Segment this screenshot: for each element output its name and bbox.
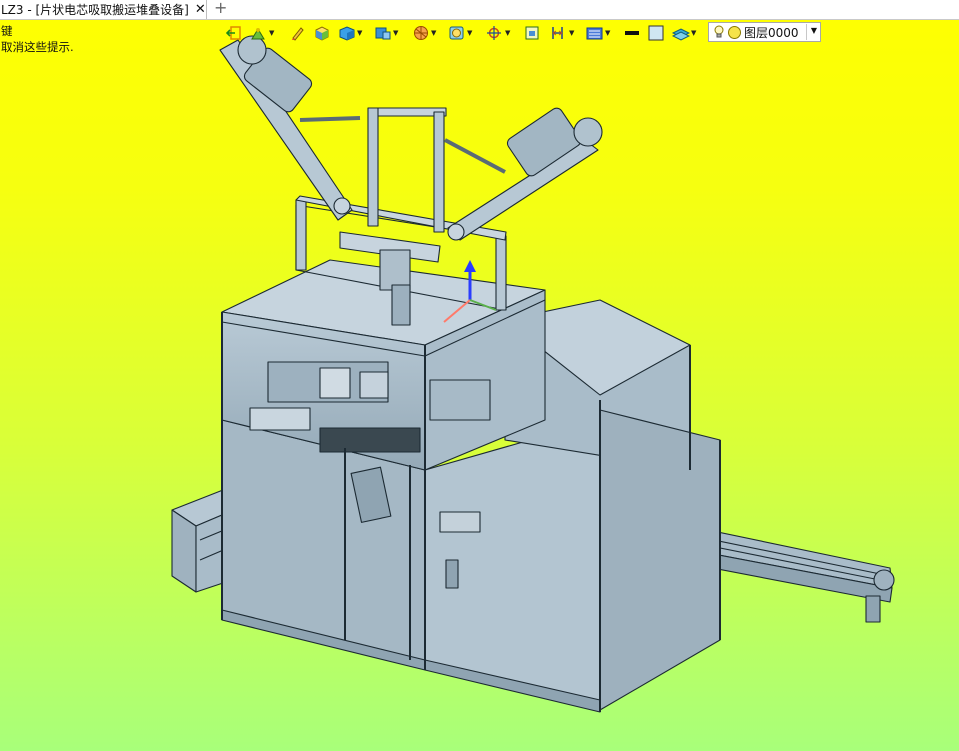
crosshair-icon [487, 26, 501, 40]
cad-viewport[interactable]: LZ3 - [片状电芯吸取搬运堆叠设备] ✕ + 键 取消这些提示. ▼ ▼ ▼… [0, 0, 959, 751]
snap-button[interactable]: ▼ [250, 23, 274, 43]
machine-3d-model [171, 35, 895, 713]
fill-color-icon [648, 25, 664, 41]
snap-icon [251, 28, 265, 40]
shade-icon [449, 26, 464, 40]
stack-icon [672, 28, 690, 41]
shade-button[interactable]: ▼ [448, 23, 472, 43]
layers-button[interactable]: ▼ [586, 23, 610, 43]
view-icon [375, 27, 391, 40]
document-tab[interactable]: LZ3 - [片状电芯吸取搬运堆叠设备] ✕ [0, 0, 207, 19]
sketch-button[interactable] [290, 23, 304, 43]
document-tab-title: LZ3 - [片状电芯吸取搬运堆叠设备] [1, 3, 189, 17]
hint-line-2: 取消这些提示. [1, 40, 74, 54]
layers-icon [586, 27, 603, 40]
exit-button[interactable] [226, 23, 242, 43]
stack-button[interactable]: ▼ [672, 23, 696, 43]
layer-color-icon [728, 25, 741, 39]
render-icon [414, 26, 428, 40]
close-icon[interactable]: ✕ [195, 2, 206, 17]
crosshair-button[interactable]: ▼ [486, 23, 510, 43]
pencil-icon [292, 27, 304, 41]
view-button[interactable]: ▼ [374, 23, 398, 43]
line-color-icon [625, 31, 639, 35]
fill-color-button[interactable] [648, 23, 664, 43]
solid-button[interactable]: ▼ [338, 23, 362, 43]
fit-button[interactable] [524, 23, 540, 43]
new-tab-button[interactable]: + [214, 0, 227, 17]
chevron-down-icon: ▼ [810, 26, 817, 35]
render-button[interactable]: ▼ [412, 23, 436, 43]
line-color-button[interactable] [624, 23, 640, 43]
layer-dropdown[interactable]: 图层0000 ▼ [708, 22, 821, 42]
hint-line-1: 键 [1, 24, 13, 38]
box-button[interactable] [314, 23, 330, 43]
lightbulb-icon [714, 25, 724, 38]
document-tab-bar: LZ3 - [片状电芯吸取搬运堆叠设备] ✕ + [0, 0, 959, 20]
box-icon [315, 26, 329, 41]
measure-button[interactable]: ▼ [550, 23, 574, 43]
dropdown-separator [806, 24, 807, 40]
solid-icon [339, 26, 355, 41]
exit-icon [226, 26, 241, 40]
fit-icon [525, 26, 539, 40]
measure-icon [552, 27, 563, 39]
layer-name: 图层0000 [744, 25, 799, 40]
